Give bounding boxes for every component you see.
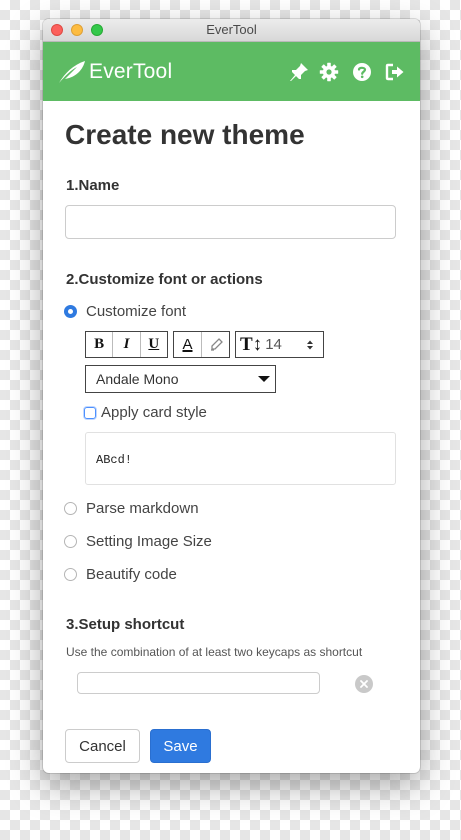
shortcut-hint: Use the combination of at least two keyc… [66,645,363,659]
checkbox-box[interactable] [84,406,96,419]
gear-icon[interactable] [319,62,339,82]
name-section-title: 1.Name [66,177,120,194]
chevron-down-icon [258,376,270,382]
highlighter-button[interactable] [201,332,229,357]
minimize-window-button[interactable] [71,24,83,36]
save-button[interactable]: Save [150,729,211,763]
radio-unselected-indicator[interactable] [64,502,77,515]
bold-button[interactable]: B [86,332,112,357]
apply-card-style-checkbox[interactable]: Apply card style [84,404,207,421]
italic-button[interactable]: I [112,332,139,357]
radio-label: Setting Image Size [86,533,212,550]
shortcut-input[interactable] [77,672,320,694]
font-family-value: Andale Mono [96,371,179,387]
cancel-button[interactable]: Cancel [65,729,140,763]
radio-setting-image-size[interactable]: Setting Image Size [64,533,212,550]
shortcut-section-title: 3.Setup shortcut [66,616,185,633]
font-color-button[interactable]: A [174,332,201,357]
help-icon[interactable] [352,62,372,82]
name-input[interactable] [65,205,396,239]
font-preview: ABcd! [85,432,396,485]
radio-label: Customize font [86,303,187,320]
radio-unselected-indicator[interactable] [64,568,77,581]
pin-icon[interactable] [289,62,309,82]
radio-parse-markdown[interactable]: Parse markdown [64,500,199,517]
feather-logo-icon [59,61,85,83]
underline-button[interactable]: U [139,332,167,357]
text-size-icon: T↕ [240,333,263,355]
app-name: EverTool [89,60,173,83]
page-title: Create new theme [65,119,305,150]
sign-out-icon[interactable] [385,62,405,82]
radio-label: Beautify code [86,566,177,583]
app-header: EverTool [43,42,420,101]
title-bar: EverTool [43,19,420,42]
radio-unselected-indicator[interactable] [64,535,77,548]
text-style-group: B I U [85,331,168,358]
stepper-icon [307,340,313,349]
clear-shortcut-button[interactable] [355,675,373,693]
radio-selected-indicator[interactable] [64,305,77,318]
close-window-button[interactable] [51,24,63,36]
radio-customize-font[interactable]: Customize font [64,303,186,320]
customize-section-title: 2.Customize font or actions [66,271,263,288]
app-window: EverTool EverTool Create new theme 1.Nam… [43,19,420,773]
color-group: A [173,331,230,358]
font-size-value: 14 [265,336,282,353]
preview-text: ABcd! [96,453,133,467]
radio-label: Parse markdown [86,500,199,517]
checkbox-label: Apply card style [101,404,207,421]
highlighter-icon [210,337,223,351]
close-icon [360,680,368,688]
radio-beautify-code[interactable]: Beautify code [64,566,177,583]
font-family-select[interactable]: Andale Mono [85,365,276,393]
font-size-select[interactable]: T↕ 14 [235,331,324,358]
maximize-window-button[interactable] [91,24,103,36]
